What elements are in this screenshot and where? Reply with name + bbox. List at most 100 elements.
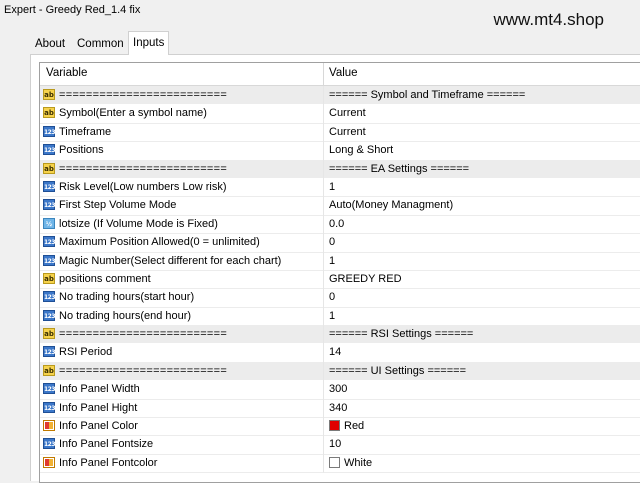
tab-inputs[interactable]: Inputs bbox=[128, 31, 170, 55]
string-param-icon: ab bbox=[43, 162, 55, 174]
parameter-name-cell[interactable]: ab ========================= bbox=[40, 325, 324, 344]
parameter-value-cell[interactable]: Red bbox=[324, 417, 640, 437]
parameter-value: ====== Symbol and Timeframe ====== bbox=[329, 89, 526, 101]
parameter-value-cell[interactable]: Long & Short bbox=[324, 141, 640, 161]
parameter-row[interactable]: 123 Timeframe Current bbox=[40, 122, 640, 143]
parameter-value: 0.0 bbox=[329, 217, 345, 230]
tab-about[interactable]: About bbox=[30, 33, 71, 55]
parameter-name-cell[interactable]: 123 No trading hours(start hour) bbox=[40, 288, 324, 308]
parameter-value: 1 bbox=[329, 309, 336, 322]
parameter-row[interactable]: Info Panel Color Red bbox=[40, 417, 640, 437]
parameter-name-cell[interactable]: Info Panel Color bbox=[40, 417, 324, 437]
parameter-row[interactable]: 123 Magic Number(Select different for eac… bbox=[40, 251, 640, 271]
parameter-name: RSI Period bbox=[59, 346, 113, 359]
parameter-value: 300 bbox=[329, 383, 348, 396]
parameter-value-cell[interactable]: ====== Symbol and Timeframe ====== bbox=[324, 86, 640, 105]
parameter-name-cell[interactable]: ab ========================= bbox=[40, 361, 324, 381]
parameter-row[interactable]: 123 First Step Volume Mode Auto(Money Mana… bbox=[40, 196, 640, 216]
parameter-name-cell[interactable]: 123 Timeframe bbox=[40, 122, 324, 143]
parameter-name-cell[interactable]: ab ========================= bbox=[40, 159, 324, 178]
double-param-icon: ½ bbox=[43, 217, 55, 229]
parameter-row[interactable]: 123 Maximum Position Allowed(0 = unlimite… bbox=[40, 233, 640, 253]
parameter-row[interactable]: 123 Risk Level(Low numbers Low risk) 1 bbox=[40, 177, 640, 198]
parameter-name: ========================= bbox=[59, 364, 228, 377]
parameter-value: 340 bbox=[329, 401, 348, 414]
column-header-value[interactable]: Value bbox=[329, 67, 358, 79]
parameter-value-cell[interactable]: Auto(Money Managment) bbox=[324, 196, 640, 216]
parameter-value: ====== UI Settings ====== bbox=[329, 364, 467, 377]
parameter-name-cell[interactable]: 123 First Step Volume Mode bbox=[40, 196, 324, 216]
separator-row[interactable]: ab ========================= ====== Symbol… bbox=[40, 86, 640, 105]
column-divider[interactable] bbox=[323, 63, 324, 85]
parameter-value-cell[interactable]: 1 bbox=[324, 178, 640, 198]
parameter-name-cell[interactable]: 123 No trading hours(end hour) bbox=[40, 306, 324, 327]
parameter-value-cell[interactable]: GREEDY RED bbox=[324, 270, 640, 290]
parameter-row[interactable]: 123 Info Panel Width 300 bbox=[40, 380, 640, 400]
integer-param-icon: 123 bbox=[43, 291, 56, 303]
parameter-row[interactable]: Info Panel Fontcolor White bbox=[40, 453, 640, 474]
separator-row[interactable]: ab ========================= ====== RSI Se… bbox=[40, 325, 640, 344]
color-swatch[interactable] bbox=[329, 456, 340, 468]
parameter-value-cell[interactable]: ====== EA Settings ====== bbox=[324, 159, 640, 178]
parameter-name-cell[interactable]: ab positions comment bbox=[40, 269, 324, 290]
color-param-icon bbox=[43, 456, 55, 468]
parameter-row[interactable]: 123 Info Panel Hight 340 bbox=[40, 398, 640, 419]
tab-common[interactable]: Common bbox=[72, 33, 129, 55]
parameter-name: Info Panel Fontsize bbox=[59, 438, 154, 451]
parameter-row[interactable]: ab Symbol(Enter a symbol name) Current bbox=[40, 104, 640, 124]
parameter-name-cell[interactable]: 123 Info Panel Fontsize bbox=[40, 435, 324, 455]
parameter-name-cell[interactable]: ½ lotsize (If Volume Mode is Fixed) bbox=[40, 214, 324, 235]
parameter-value-cell[interactable]: 300 bbox=[324, 380, 640, 400]
parameter-name-cell[interactable]: 123 Maximum Position Allowed(0 = unlimite… bbox=[40, 233, 324, 253]
parameter-value-cell[interactable]: 340 bbox=[324, 399, 640, 419]
parameter-name: ========================= bbox=[59, 162, 228, 175]
parameter-row[interactable]: ½ lotsize (If Volume Mode is Fixed) 0.0 bbox=[40, 214, 640, 235]
parameter-value-cell[interactable]: ====== UI Settings ====== bbox=[324, 361, 640, 381]
color-param-icon bbox=[43, 420, 55, 432]
parameter-value: 1 bbox=[329, 254, 336, 267]
parameter-value-cell[interactable]: Current bbox=[324, 104, 640, 124]
color-swatch[interactable] bbox=[329, 420, 340, 432]
parameter-value: ====== RSI Settings ====== bbox=[329, 328, 474, 341]
parameter-name-cell[interactable]: 123 Magic Number(Select different for eac… bbox=[40, 251, 324, 271]
parameter-name: ========================= bbox=[59, 89, 228, 101]
parameter-value-cell[interactable]: 0 bbox=[324, 288, 640, 308]
parameter-row[interactable]: 123 RSI Period 14 bbox=[40, 343, 640, 363]
parameter-value-cell[interactable]: 10 bbox=[324, 435, 640, 455]
integer-param-icon: 123 bbox=[43, 383, 56, 395]
parameter-name: No trading hours(start hour) bbox=[59, 291, 195, 304]
parameter-name-cell[interactable]: 123 Risk Level(Low numbers Low risk) bbox=[40, 177, 324, 198]
parameter-row[interactable]: 123 No trading hours(start hour) 0 bbox=[40, 288, 640, 308]
parameter-name-cell[interactable]: 123 RSI Period bbox=[40, 343, 324, 363]
parameter-row[interactable]: 123 Positions Long & Short bbox=[40, 141, 640, 161]
watermark-text: www.mt4.shop bbox=[493, 10, 604, 29]
parameter-name-cell[interactable]: 123 Info Panel Hight bbox=[40, 398, 324, 419]
parameter-value-cell[interactable]: 1 bbox=[324, 252, 640, 271]
integer-param-icon: 123 bbox=[43, 401, 56, 413]
parameter-value-cell[interactable]: ====== RSI Settings ====== bbox=[324, 325, 640, 344]
column-header-variable[interactable]: Variable bbox=[46, 67, 87, 79]
parameter-name-cell[interactable]: ab Symbol(Enter a symbol name) bbox=[40, 104, 324, 124]
parameter-row[interactable]: 123 Info Panel Fontsize 10 bbox=[40, 435, 640, 455]
parameter-row[interactable]: 123 No trading hours(end hour) 1 bbox=[40, 306, 640, 327]
integer-param-icon: 123 bbox=[43, 125, 56, 137]
parameter-name-cell[interactable]: ab ========================= bbox=[40, 86, 324, 105]
parameter-name-cell[interactable]: 123 Info Panel Width bbox=[40, 380, 324, 400]
integer-param-icon: 123 bbox=[43, 199, 56, 211]
parameter-value-cell[interactable]: 0 bbox=[324, 233, 640, 253]
separator-row[interactable]: ab ========================= ====== EA Set… bbox=[40, 159, 640, 178]
parameter-value-cell[interactable]: Current bbox=[324, 123, 640, 143]
parameter-value-cell[interactable]: 1 bbox=[324, 307, 640, 327]
parameter-name: Symbol(Enter a symbol name) bbox=[59, 107, 207, 120]
title-bar: Expert - Greedy Red_1.4 fix www.mt4.shop bbox=[0, 0, 640, 29]
separator-row[interactable]: ab ========================= ====== UI Set… bbox=[40, 361, 640, 381]
parameter-name-cell[interactable]: 123 Positions bbox=[40, 141, 324, 161]
window-title: Expert - Greedy Red_1.4 fix bbox=[4, 4, 141, 16]
parameter-value-cell[interactable]: White bbox=[324, 454, 640, 474]
parameter-value: Auto(Money Managment) bbox=[329, 199, 454, 212]
parameter-value: 14 bbox=[329, 346, 342, 359]
parameter-value-cell[interactable]: 14 bbox=[324, 343, 640, 363]
parameter-value-cell[interactable]: 0.0 bbox=[324, 215, 640, 235]
parameter-row[interactable]: ab positions comment GREEDY RED bbox=[40, 269, 640, 290]
parameter-name-cell[interactable]: Info Panel Fontcolor bbox=[40, 453, 324, 474]
